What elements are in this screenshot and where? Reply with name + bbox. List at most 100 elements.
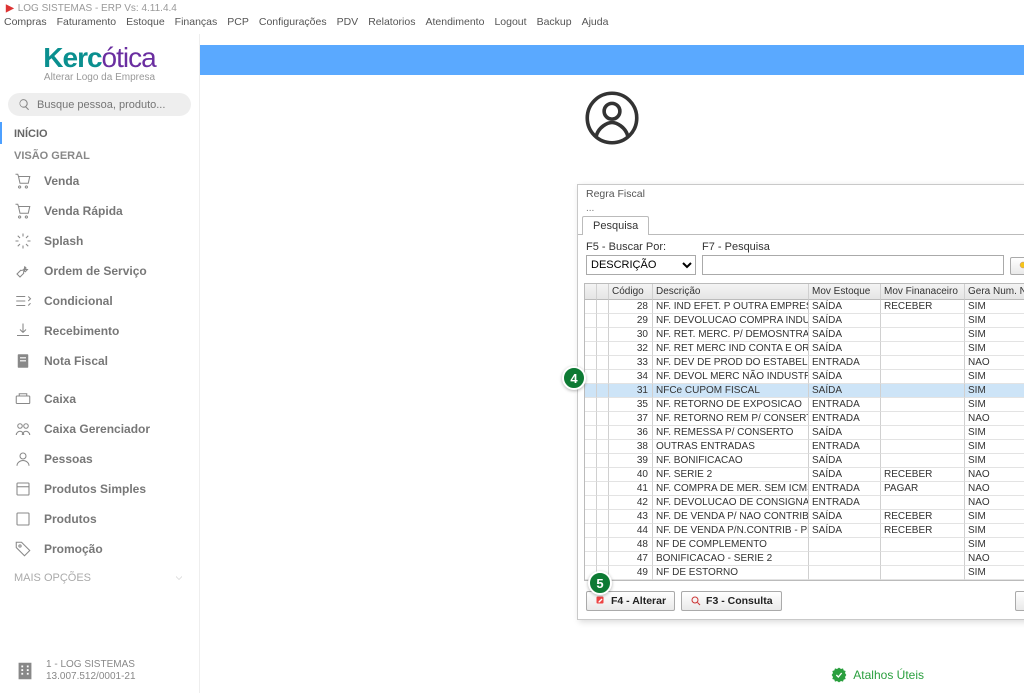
table-row[interactable]: 39NF. BONIFICACAOSAÍDASIMSAÍDA <box>585 454 1024 468</box>
search-input[interactable] <box>37 99 181 111</box>
menu-relatorios[interactable]: Relatorios <box>368 16 415 34</box>
search-icon <box>18 98 31 111</box>
menu-backup[interactable]: Backup <box>537 16 572 34</box>
logo: Kercótica Alterar Logo da Empresa <box>0 38 199 85</box>
sidebar-item-label: Caixa <box>44 392 76 406</box>
search-box[interactable] <box>8 93 191 116</box>
sidebar-item-recebimento[interactable]: Recebimento <box>0 316 199 346</box>
sidebar-item-promocao[interactable]: Promoção <box>0 534 199 564</box>
alterar-label: F4 - Alterar <box>611 595 666 607</box>
app-icon: ▶ <box>6 3 14 14</box>
col-codigo[interactable]: Código <box>609 284 653 300</box>
title-bar: ▶ LOG SISTEMAS - ERP Vs: 4.11.4.4 <box>0 0 1024 16</box>
menu-pcp[interactable]: PCP <box>227 16 249 34</box>
grid[interactable]: Código Descrição Mov Estoque Mov Finanac… <box>584 283 1024 581</box>
table-row[interactable]: 31NFCe CUPOM FISCALSAÍDASIMSAÍDA <box>585 384 1024 398</box>
table-row[interactable]: 42NF. DEVOLUCAO DE CONSIGNADOENTRADANAOE… <box>585 496 1024 510</box>
sidebar-item-label: Caixa Gerenciador <box>44 422 150 436</box>
sidebar-item-label: Ordem de Serviço <box>44 264 147 278</box>
sidebar-item-label: Pessoas <box>44 452 93 466</box>
sidebar-item-label: Splash <box>44 234 83 248</box>
atalhos-label: Atalhos Úteis <box>853 668 924 682</box>
banner <box>200 45 1024 75</box>
nav-inicio[interactable]: INÍCIO <box>0 122 199 144</box>
menu-financas[interactable]: Finanças <box>175 16 218 34</box>
sidebar-item-label: Venda <box>44 174 79 188</box>
f7-label: F7 - Pesquisa <box>702 241 1004 253</box>
table-row[interactable]: 34NF. DEVOL MERC NÃO INDUSTRIALSAÍDASIMS… <box>585 370 1024 384</box>
menu-atendimento[interactable]: Atendimento <box>425 16 484 34</box>
logo-otica: ótica <box>102 42 156 73</box>
menu-compras[interactable]: Compras <box>4 16 47 34</box>
sidebar-item-splash[interactable]: Splash <box>0 226 199 256</box>
menu-ajuda[interactable]: Ajuda <box>582 16 609 34</box>
logo-subtitle[interactable]: Alterar Logo da Empresa <box>0 72 199 83</box>
tab-pesquisa[interactable]: Pesquisa <box>582 216 649 235</box>
sidebar-item-notafiscal[interactable]: Nota Fiscal <box>0 346 199 376</box>
table-row[interactable]: 41NF. COMPRA DE MER. SEM ICMSENTRADAPAGA… <box>585 482 1024 496</box>
sidebar-item-pessoas[interactable]: Pessoas <box>0 444 199 474</box>
table-row[interactable]: 49NF DE ESTORNOSIMENTRADA <box>585 566 1024 580</box>
table-row[interactable]: 48NF DE COMPLEMENTOSIM <box>585 538 1024 552</box>
consulta-label: F3 - Consulta <box>706 595 773 607</box>
table-row[interactable]: 44NF. DE VENDA P/N.CONTRIB - PDVSAÍDAREC… <box>585 524 1024 538</box>
buscar-por-select[interactable]: DESCRIÇÃO <box>586 255 696 275</box>
atalhos-uteis[interactable]: Atalhos Úteis <box>831 667 924 683</box>
menu-estoque[interactable]: Estoque <box>126 16 165 34</box>
chevron-down-icon <box>173 572 185 584</box>
main-area: edes sociais! ais om dias Atalhos Úteis … <box>200 34 1024 693</box>
nav-visao-geral: VISÃO GERAL <box>0 144 199 166</box>
sidebar-item-label: Nota Fiscal <box>44 354 108 368</box>
menu-logout[interactable]: Logout <box>494 16 526 34</box>
dialog-sub: ... <box>578 203 1024 216</box>
company-cnpj: 13.007.512/0001-21 <box>46 671 136 683</box>
logo-kero: Kerc <box>43 42 101 73</box>
table-row[interactable]: 37NF. RETORNO REM P/ CONSERTOENTRADANAOE… <box>585 412 1024 426</box>
col-mov-financeiro[interactable]: Mov Finanaceiro <box>881 284 965 300</box>
table-row[interactable]: 32NF. RET MERC IND CONTA E ORDEMSAÍDASIM… <box>585 342 1024 356</box>
menu-configuracoes[interactable]: Configurações <box>259 16 327 34</box>
col-mov-estoque[interactable]: Mov Estoque <box>809 284 881 300</box>
menu-pdv[interactable]: PDV <box>337 16 359 34</box>
edit-icon <box>595 595 607 607</box>
sidebar-item-prodsimples[interactable]: Produtos Simples <box>0 474 199 504</box>
fechar-button[interactable]: ESC - Fechar <box>1015 591 1024 611</box>
regra-fiscal-dialog: Regra Fiscal ... Pesquisa F5 - Buscar Po… <box>577 184 1024 620</box>
menu-faturamento[interactable]: Faturamento <box>57 16 117 34</box>
sidebar-item-condicional[interactable]: Condicional <box>0 286 199 316</box>
pesquisa-input[interactable] <box>702 255 1004 275</box>
mais-opcoes-label: MAIS OPÇÕES <box>14 572 91 584</box>
table-row[interactable]: 40NF. SERIE 2SAÍDARECEBERNAOSAÍDA <box>585 468 1024 482</box>
sidebar-item-caixager[interactable]: Caixa Gerenciador <box>0 414 199 444</box>
mais-opcoes[interactable]: MAIS OPÇÕES <box>0 564 199 592</box>
sidebar-item-caixa[interactable]: Caixa <box>0 384 199 414</box>
table-row[interactable]: 29NF. DEVOLUCAO COMPRA INDUSTR.SAÍDASIMS… <box>585 314 1024 328</box>
consulta-button[interactable]: F3 - Consulta <box>681 591 782 611</box>
table-row[interactable]: 38OUTRAS ENTRADASENTRADASIMENTRADA <box>585 440 1024 454</box>
sidebar-item-os[interactable]: Ordem de Serviço <box>0 256 199 286</box>
grid-header: Código Descrição Mov Estoque Mov Finanac… <box>585 284 1024 300</box>
sidebar-item-label: Recebimento <box>44 324 119 338</box>
search-icon <box>1018 260 1024 272</box>
sidebar-item-produtos[interactable]: Produtos <box>0 504 199 534</box>
dialog-title: Regra Fiscal <box>578 185 1024 203</box>
table-row[interactable]: 35NF. RETORNO DE EXPOSICAOENTRADASIMENTR… <box>585 398 1024 412</box>
table-row[interactable]: 30NF. RET. MERC. P/ DEMOSNTRACAOSAÍDASIM… <box>585 328 1024 342</box>
col-gera-nfe[interactable]: Gera Num. NFE <box>965 284 1024 300</box>
sidebar-item-venda[interactable]: Venda <box>0 166 199 196</box>
table-row[interactable]: 43NF. DE VENDA P/ NAO CONTRIB.SAÍDARECEB… <box>585 510 1024 524</box>
table-row[interactable]: 33NF. DEV DE PROD DO ESTABELECENTRADANAO… <box>585 356 1024 370</box>
sidebar-item-venda-rapida[interactable]: Venda Rápida <box>0 196 199 226</box>
table-row[interactable]: 47BONIFICACAO - SERIE 2NAOSAÍDA <box>585 552 1024 566</box>
sidebar: Kercótica Alterar Logo da Empresa INÍCIO… <box>0 34 200 693</box>
pesquisar-button[interactable]: F1 - Pesquisar <box>1010 257 1024 275</box>
avatar <box>585 91 639 145</box>
table-row[interactable]: 36NF. REMESSA P/ CONSERTOSAÍDASIMSAÍDA <box>585 426 1024 440</box>
sidebar-item-label: Promoção <box>44 542 103 556</box>
menu-bar: Compras Faturamento Estoque Finanças PCP… <box>0 16 1024 34</box>
sidebar-footer: 1 - LOG SISTEMAS13.007.512/0001-21 <box>0 655 199 687</box>
col-descricao[interactable]: Descrição <box>653 284 809 300</box>
table-row[interactable]: 28NF. IND EFET. P OUTRA EMPRESASAÍDARECE… <box>585 300 1024 314</box>
sidebar-item-label: Condicional <box>44 294 113 308</box>
company-name: 1 - LOG SISTEMAS <box>46 659 136 671</box>
